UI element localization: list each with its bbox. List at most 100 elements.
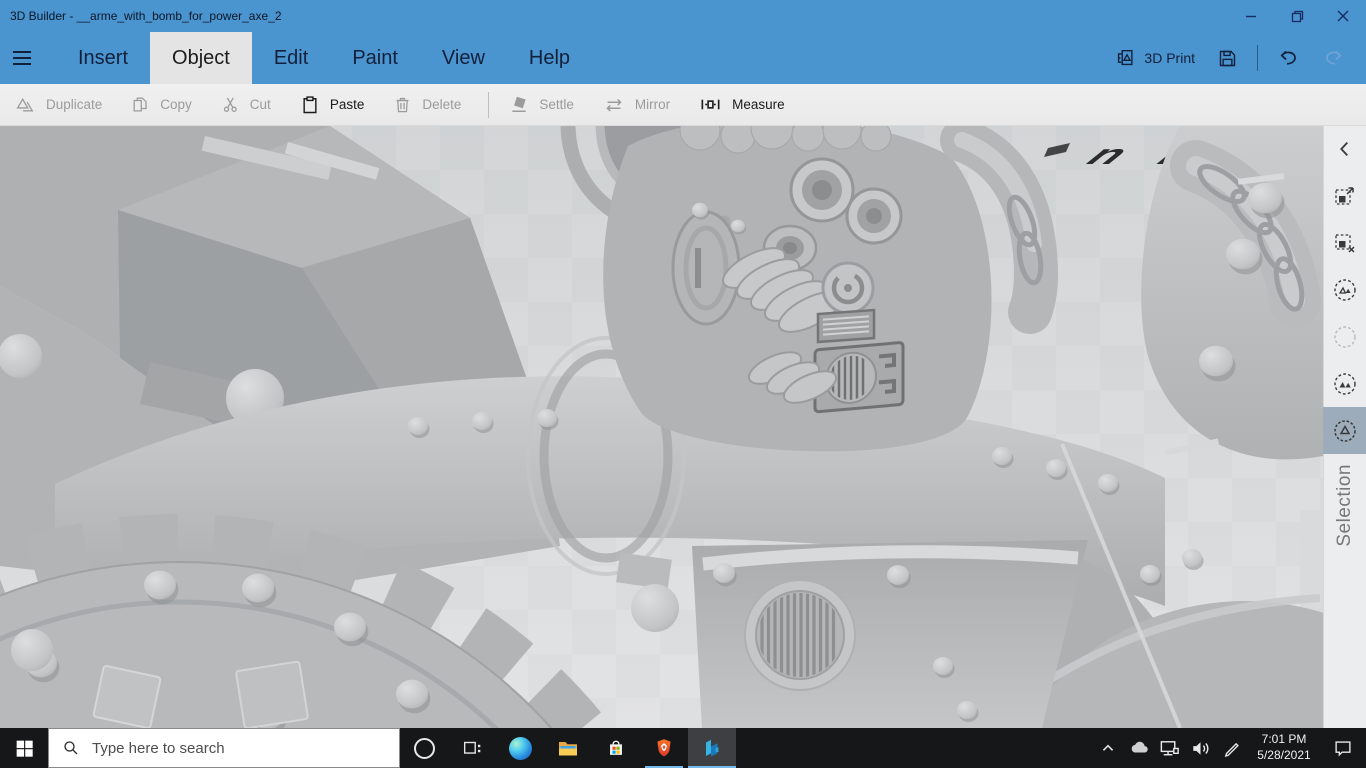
hamburger-icon xyxy=(13,51,31,53)
window-controls xyxy=(1228,0,1366,32)
brave-icon xyxy=(657,739,671,757)
menu-paint[interactable]: Paint xyxy=(330,32,420,84)
taskbar: 7:01 PM 5/28/2021 xyxy=(0,728,1366,768)
settle-button[interactable]: Settle xyxy=(505,95,599,115)
file-explorer-icon xyxy=(559,742,577,756)
panel-title: Selection xyxy=(1333,464,1355,547)
duplicate-button[interactable]: Duplicate xyxy=(12,95,127,115)
onedrive-tray-button[interactable] xyxy=(1126,736,1151,761)
select-remove-icon xyxy=(1334,233,1355,253)
taskbar-cortana-button[interactable] xyxy=(400,728,448,768)
action-center-button[interactable] xyxy=(1324,736,1362,761)
windows-start-icon xyxy=(16,740,33,757)
taskbar-search[interactable] xyxy=(48,728,400,768)
menu-insert[interactable]: Insert xyxy=(56,32,150,84)
3d-viewport[interactable]: n m xyxy=(0,126,1323,728)
mirror-button[interactable]: Mirror xyxy=(599,94,695,116)
search-icon xyxy=(64,741,78,755)
redo-button[interactable] xyxy=(1311,47,1356,70)
taskbar-task-view-button[interactable] xyxy=(448,728,496,768)
copy-button[interactable]: Copy xyxy=(127,95,217,114)
taskbar-store-button[interactable] xyxy=(592,728,640,768)
toolbar-separator xyxy=(488,91,490,118)
pen-icon xyxy=(1224,742,1239,757)
menu-items: Insert Object Edit Paint View Help xyxy=(56,32,592,84)
show-hidden-icons-button[interactable] xyxy=(1095,736,1120,761)
measure-icon xyxy=(701,99,720,110)
menu-edit[interactable]: Edit xyxy=(252,32,330,84)
delete-button[interactable]: Delete xyxy=(389,95,486,114)
redo-icon xyxy=(1326,50,1342,65)
system-tray: 7:01 PM 5/28/2021 xyxy=(1095,728,1366,768)
paste-button[interactable]: Paste xyxy=(296,95,390,115)
cut-button[interactable]: Cut xyxy=(217,95,296,114)
invert-selection-icon xyxy=(1333,278,1356,301)
select-multiple-icon xyxy=(1333,372,1356,395)
restore-button[interactable] xyxy=(1274,0,1320,32)
cut-icon xyxy=(223,97,237,112)
undo-icon xyxy=(1280,50,1296,65)
taskbar-brave-button[interactable] xyxy=(640,728,688,768)
collapse-panel-button[interactable] xyxy=(1323,126,1366,172)
chevron-left-icon xyxy=(1339,141,1348,157)
save-icon xyxy=(1219,50,1236,66)
minimize-button[interactable] xyxy=(1228,0,1274,32)
volume-tray-button[interactable] xyxy=(1188,736,1213,761)
selection-panel: Selection xyxy=(1323,126,1366,728)
clock-time: 7:01 PM xyxy=(1261,732,1307,747)
window-title: 3D Builder - __arme_with_bomb_for_power_… xyxy=(10,9,282,23)
chevron-up-icon xyxy=(1102,744,1113,751)
3d-print-label: 3D Print xyxy=(1144,50,1195,66)
edge-icon xyxy=(508,736,532,760)
measure-button[interactable]: Measure xyxy=(695,93,810,116)
menubar-right: 3D Print xyxy=(1103,32,1366,84)
object-toolbar: Duplicate Copy Cut Paste Delete Settle M… xyxy=(0,84,1366,126)
3d-print-button[interactable]: 3D Print xyxy=(1103,47,1206,69)
select-add-icon xyxy=(1334,186,1354,205)
cortana-icon xyxy=(413,737,435,759)
delete-icon xyxy=(396,97,409,113)
select-multiple-button[interactable] xyxy=(1323,360,1366,407)
pen-tray-button[interactable] xyxy=(1219,736,1244,761)
duplicate-icon xyxy=(16,97,34,111)
restore-icon xyxy=(1291,10,1303,22)
select-remove-button[interactable] xyxy=(1323,219,1366,266)
taskbar-file-explorer-button[interactable] xyxy=(544,728,592,768)
menubar: Insert Object Edit Paint View Help 3D Pr… xyxy=(0,32,1366,84)
close-button[interactable] xyxy=(1320,0,1366,32)
taskbar-3d-builder-button[interactable] xyxy=(688,728,736,768)
select-single-icon xyxy=(1333,419,1356,442)
search-input[interactable] xyxy=(90,738,399,758)
clock-date: 5/28/2021 xyxy=(1257,748,1311,762)
menubar-separator xyxy=(1257,45,1258,71)
onedrive-cloud-icon xyxy=(1131,741,1148,753)
start-button[interactable] xyxy=(0,728,48,768)
selection-tool-disabled-button[interactable] xyxy=(1323,313,1366,360)
taskbar-clock[interactable]: 7:01 PM 5/28/2021 xyxy=(1250,732,1318,763)
minimize-icon xyxy=(1246,15,1256,18)
mirror-icon xyxy=(606,98,622,111)
hamburger-menu-button[interactable] xyxy=(0,32,46,84)
action-center-icon xyxy=(1335,741,1351,757)
titlebar: 3D Builder - __arme_with_bomb_for_power_… xyxy=(0,0,1366,32)
close-icon xyxy=(1337,10,1349,22)
network-tray-button[interactable] xyxy=(1157,736,1182,761)
invert-selection-button[interactable] xyxy=(1323,266,1366,313)
menu-view[interactable]: View xyxy=(420,32,507,84)
select-add-button[interactable] xyxy=(1323,172,1366,219)
circle-outline-icon xyxy=(1333,325,1356,348)
microsoft-store-icon xyxy=(610,740,622,755)
menu-object[interactable]: Object xyxy=(150,32,252,84)
select-single-button[interactable] xyxy=(1323,407,1366,454)
paste-icon xyxy=(303,95,317,113)
copy-icon xyxy=(133,97,147,112)
save-button[interactable] xyxy=(1206,48,1249,69)
task-view-icon xyxy=(463,741,481,754)
settle-icon xyxy=(512,96,527,112)
volume-icon xyxy=(1193,741,1209,755)
undo-button[interactable] xyxy=(1266,47,1311,70)
3d-builder-icon xyxy=(706,739,719,757)
taskbar-edge-button[interactable] xyxy=(496,728,544,768)
3d-print-icon xyxy=(1118,49,1133,66)
menu-help[interactable]: Help xyxy=(507,32,592,84)
